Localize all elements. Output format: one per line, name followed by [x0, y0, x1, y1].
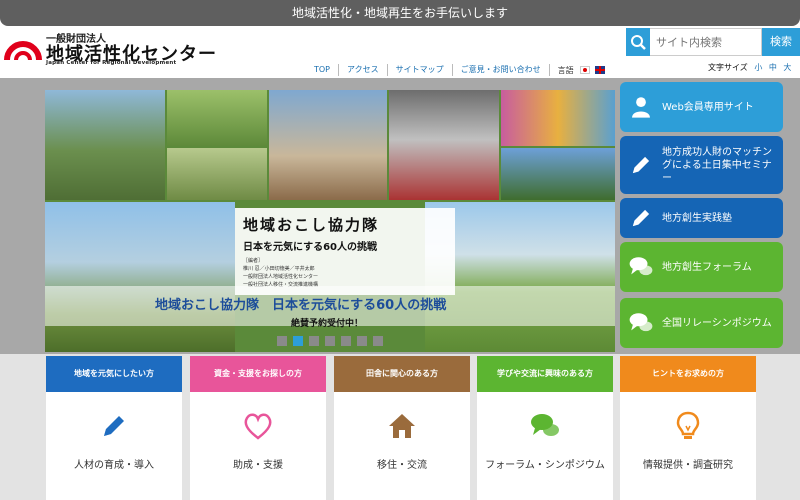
- chat-icon: [628, 254, 654, 280]
- category-card-heading: ヒントをお求めの方: [620, 356, 756, 392]
- header-nav: TOP アクセス サイトマップ ご意見・お問い合わせ 言語: [306, 62, 610, 78]
- category-card-heading: 地域を元気にしたい方: [46, 356, 182, 392]
- slide-photo: [269, 90, 387, 200]
- slide-dot[interactable]: [309, 336, 319, 346]
- slide-dot[interactable]: [293, 336, 303, 346]
- sidenav-item[interactable]: 地方創生フォーラム: [620, 242, 783, 292]
- font-size-small-button[interactable]: 小: [754, 63, 762, 72]
- font-size-medium-button[interactable]: 中: [769, 63, 777, 72]
- font-size-switcher: 文字サイズ 小 中 大: [708, 62, 791, 73]
- slide-dot[interactable]: [277, 336, 287, 346]
- category-card[interactable]: 田舎に関心のある方移住・交流: [334, 356, 470, 500]
- slide-photo: [167, 148, 267, 200]
- category-card[interactable]: 学びや交流に興味のある方フォーラム・シンポジウム: [477, 356, 613, 500]
- category-card-heading: 田舎に関心のある方: [334, 356, 470, 392]
- sidenav-item[interactable]: 地方創生実践塾: [620, 198, 783, 238]
- sidenav-item-label: 地方創生実践塾: [662, 212, 732, 224]
- japanese-flag-icon[interactable]: [579, 66, 590, 74]
- site-tagline: 地域活性化・地域再生をお手伝いします: [291, 6, 508, 20]
- heart-icon: [242, 410, 274, 442]
- book-subtitle: 日本を元気にする60人の挑戦: [243, 242, 378, 253]
- slide-photo: [45, 90, 165, 200]
- logo-mark-icon: [4, 41, 42, 61]
- slide-subcaption: 絶賛予約受付中！: [291, 319, 364, 329]
- category-card-label: 助成・支援: [233, 460, 283, 471]
- search-icon: [626, 28, 650, 56]
- book-editors: ［編者］ 椎川 忍／小田切徳美／平井太郎 一般財団法人地域活性化センター 一般社…: [243, 257, 447, 289]
- sidenav-item-label: 全国リレーシンポジウム: [662, 317, 772, 329]
- pencil-icon: [98, 410, 130, 442]
- category-card[interactable]: ヒントをお求めの方情報提供・調査研究: [620, 356, 756, 500]
- sidenav-item[interactable]: 全国リレーシンポジウム: [620, 298, 783, 348]
- slide-caption: 地域おこし協力隊 日本を元気にする60人の挑戦: [155, 298, 447, 313]
- logo-org-name-en: Japan Center for Regional Development: [46, 60, 177, 66]
- book-meta-line: 椎川 忍／小田切徳美／平井太郎: [243, 266, 315, 272]
- slide-photo: [167, 90, 267, 146]
- category-card-heading: 学びや交流に興味のある方: [477, 356, 613, 392]
- font-size-large-button[interactable]: 大: [783, 63, 791, 72]
- pencil-icon: [628, 205, 654, 231]
- slide-photo: [501, 148, 615, 200]
- book-meta-line: ［編者］: [243, 258, 264, 264]
- site-search: 検索: [626, 28, 800, 56]
- category-card-label: 人材の育成・導入: [74, 460, 154, 471]
- category-card[interactable]: 資金・支援をお探しの方助成・支援: [190, 356, 326, 500]
- sidenav-item-label: 地方成功人財のマッチングによる土日集中セミナー: [662, 146, 772, 184]
- category-card-label: 情報提供・調査研究: [643, 460, 733, 471]
- search-button[interactable]: 検索: [762, 28, 800, 56]
- lightbulb-icon: [672, 410, 704, 442]
- slide-photo: [45, 202, 235, 352]
- slide-dot[interactable]: [341, 336, 351, 346]
- slide-photo: [389, 90, 499, 200]
- pencil-icon: [628, 152, 654, 178]
- book-title: 地域おこし協力隊: [243, 216, 380, 234]
- slide-pagination: [277, 336, 383, 346]
- sidenav-item-label: 地方創生フォーラム: [662, 261, 752, 273]
- chat-icon: [628, 310, 654, 336]
- slide-dot[interactable]: [325, 336, 335, 346]
- font-size-label: 文字サイズ: [708, 63, 748, 72]
- sidenav-item-label: Web会員専用サイト: [662, 101, 754, 113]
- slide-photo: [501, 90, 615, 146]
- category-card-label: 移住・交流: [377, 460, 427, 471]
- home-icon: [386, 410, 418, 442]
- book-title-block: 地域おこし協力隊 日本を元気にする60人の挑戦 ［編者］ 椎川 忍／小田切徳美／…: [235, 208, 455, 295]
- language-label: 言語: [557, 65, 574, 75]
- english-flag-icon[interactable]: [594, 66, 605, 74]
- nav-link-contact[interactable]: ご意見・お問い合わせ: [453, 64, 550, 76]
- person-icon: [628, 94, 654, 120]
- nav-link-top[interactable]: TOP: [306, 64, 340, 76]
- category-card-label: フォーラム・シンポジウム: [485, 460, 605, 471]
- nav-link-access[interactable]: アクセス: [339, 64, 388, 76]
- top-tagline-bar: 地域活性化・地域再生をお手伝いします: [0, 0, 800, 26]
- sidenav-item[interactable]: 地方成功人財のマッチングによる土日集中セミナー: [620, 136, 783, 194]
- slide-dot[interactable]: [373, 336, 383, 346]
- nav-link-sitemap[interactable]: サイトマップ: [388, 64, 453, 76]
- category-card[interactable]: 地域を元気にしたい方人材の育成・導入: [46, 356, 182, 500]
- book-meta-line: 一般財団法人地域活性化センター: [243, 274, 319, 280]
- search-input[interactable]: [650, 28, 762, 56]
- hero-slideshow[interactable]: 地域おこし協力隊 日本を元気にする60人の挑戦 ［編者］ 椎川 忍／小田切徳美／…: [45, 90, 615, 352]
- category-card-heading: 資金・支援をお探しの方: [190, 356, 326, 392]
- sidenav-item[interactable]: Web会員専用サイト: [620, 82, 783, 132]
- chat-icon: [529, 410, 561, 442]
- slide-dot[interactable]: [357, 336, 367, 346]
- site-logo[interactable]: 一般財団法人 地域活性化センター Japan Center for Region…: [4, 28, 244, 68]
